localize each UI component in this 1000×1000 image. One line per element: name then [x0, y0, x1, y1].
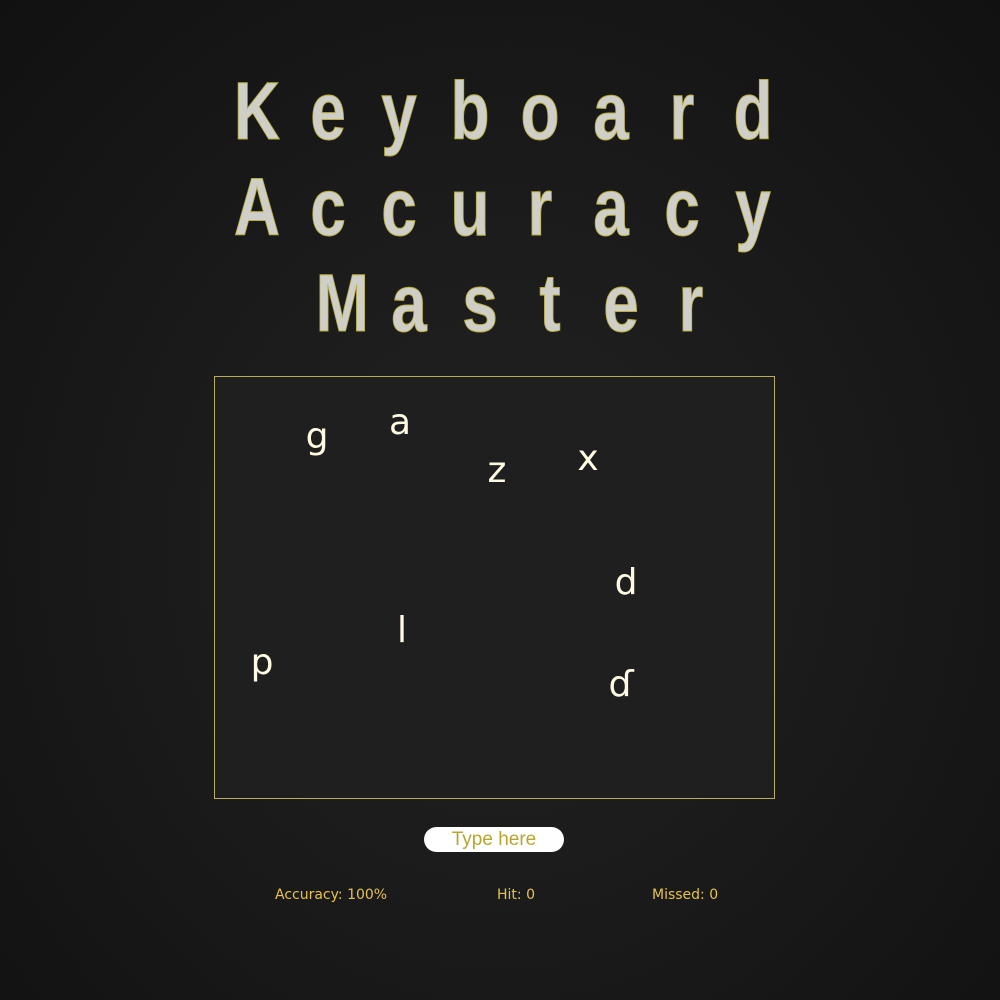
title-letter: c [310, 162, 346, 253]
title-letter: b [450, 66, 490, 157]
title-letter: a [391, 258, 428, 349]
title-letter: A [233, 162, 281, 253]
falling-letter: ɗ [608, 664, 634, 705]
hit-stat: Hit: 0 [497, 887, 535, 903]
title-line-2: Accuracy [0, 162, 1000, 253]
falling-letter: p [250, 642, 274, 683]
title-letter: u [450, 162, 490, 253]
title-letter: K [233, 66, 281, 157]
title-letter: e [310, 66, 346, 157]
type-input[interactable] [424, 827, 564, 852]
title-letter: y [380, 66, 417, 157]
game-area: g a z x d l p ɗ [214, 376, 775, 799]
title-letter: a [593, 162, 630, 253]
falling-letter: a [388, 402, 412, 443]
title-letter: a [593, 66, 630, 157]
title-letter: r [527, 162, 554, 253]
title-letter: d [733, 66, 773, 157]
title-line-1: Keyboard [0, 66, 1000, 157]
falling-letter: d [614, 562, 638, 603]
title-letter: r [669, 66, 695, 157]
title-letter: r [678, 258, 704, 349]
accuracy-stat: Accuracy: 100% [275, 887, 388, 903]
title-letter: c [380, 162, 417, 253]
missed-stat: Missed: 0 [652, 887, 719, 903]
falling-letter: z [487, 450, 507, 491]
title-letter: t [539, 258, 561, 349]
title-line-3: Master [0, 258, 1000, 349]
falling-letter: g [305, 416, 329, 457]
falling-letter: l [396, 610, 407, 651]
title-letter: o [520, 66, 560, 157]
title-letter: c [664, 162, 700, 253]
falling-letter: x [577, 438, 599, 479]
title-letter: M [315, 258, 369, 349]
title-letter: s [462, 258, 498, 349]
title-letter: y [735, 162, 771, 253]
title-letter: e [602, 258, 639, 349]
